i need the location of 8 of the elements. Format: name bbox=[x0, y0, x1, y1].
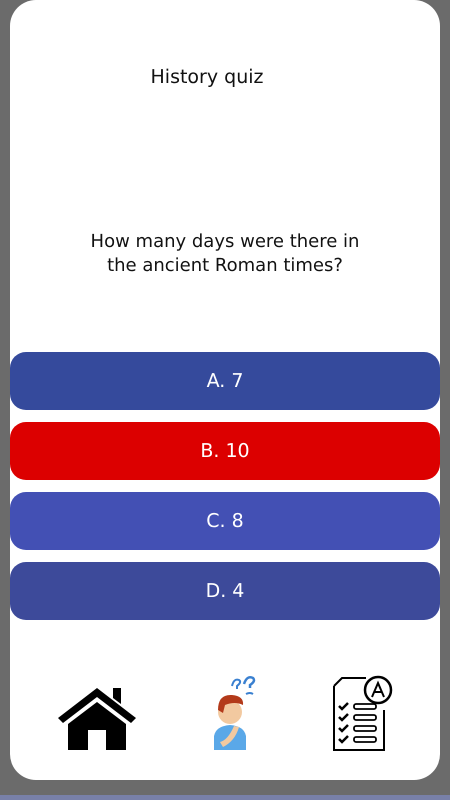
answer-button[interactable]: D. 4 bbox=[10, 562, 440, 620]
question-text: How many days were there in the ancient Roman times? bbox=[90, 230, 360, 278]
answer-button[interactable]: A. 7 bbox=[10, 352, 440, 410]
test-sheet-icon bbox=[332, 674, 394, 752]
answer-button[interactable]: B. 10 bbox=[10, 422, 440, 480]
answer-button[interactable]: C. 8 bbox=[10, 492, 440, 550]
results-button[interactable] bbox=[332, 674, 394, 752]
quiz-title: History quiz bbox=[150, 66, 264, 88]
